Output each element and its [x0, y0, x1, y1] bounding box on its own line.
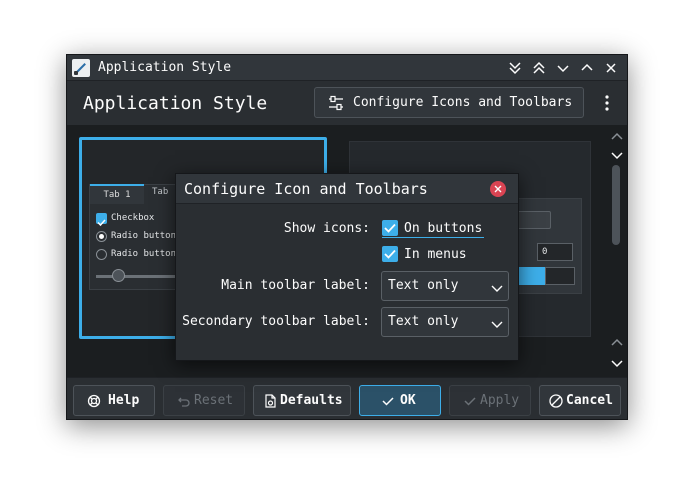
configure-button-label: Configure Icons and Toolbars: [353, 95, 573, 110]
preview-radio-label-2: Radio button: [111, 249, 177, 259]
cancel-button[interactable]: Cancel: [539, 385, 621, 416]
preview-checkbox-label: Checkbox: [111, 213, 155, 223]
cancel-label: Cancel: [566, 393, 613, 408]
more-options-icon[interactable]: [597, 92, 617, 114]
style-list-scrollbar[interactable]: [607, 125, 627, 377]
minimize-icon[interactable]: [553, 58, 573, 78]
in-menus-checkbox[interactable]: [382, 246, 398, 262]
apply-checkmark-icon: [462, 393, 478, 409]
help-button[interactable]: Help: [73, 385, 155, 416]
page-title: Application Style: [83, 93, 268, 114]
preview-progress-track: [545, 267, 575, 285]
ok-label: OK: [400, 393, 416, 408]
app-style-icon: [72, 59, 90, 77]
preview-radio-on: [96, 231, 107, 242]
dialog-button-box: Help Reset Defaults OK Apply Cancel: [67, 377, 627, 419]
secondary-toolbar-combo[interactable]: Text only: [381, 307, 509, 337]
preview-tab-2: Tab: [152, 187, 169, 197]
close-icon[interactable]: [601, 58, 621, 78]
secondary-toolbar-label: Secondary toolbar label:: [182, 314, 370, 329]
scroll-up-bottom-icon[interactable]: [609, 335, 625, 351]
cancel-icon: [548, 393, 564, 409]
chevron-down-icon: [490, 316, 504, 330]
main-toolbar-combo[interactable]: Text only: [381, 271, 509, 301]
configure-icons-toolbars-button[interactable]: Configure Icons and Toolbars: [314, 87, 584, 118]
scroll-down-bottom-icon[interactable]: [609, 355, 625, 371]
in-menus-label[interactable]: In menus: [404, 247, 467, 262]
help-icon: [86, 393, 102, 409]
preview-radio-label-1: Radio button: [111, 231, 177, 241]
scroll-down-icon[interactable]: [609, 147, 625, 163]
ok-button[interactable]: OK: [359, 385, 441, 416]
secondary-toolbar-value: Text only: [388, 314, 459, 329]
preview-tab-1: Tab 1: [90, 184, 144, 204]
reset-label: Reset: [194, 393, 234, 408]
scrollbar-handle[interactable]: [612, 165, 620, 245]
defaults-button[interactable]: Defaults: [253, 385, 351, 416]
main-toolbar-label: Main toolbar label:: [221, 278, 370, 293]
keep-below-icon[interactable]: [505, 58, 525, 78]
focus-underline: [382, 237, 484, 238]
on-buttons-checkbox[interactable]: [382, 220, 398, 236]
sliders-icon: [327, 94, 345, 112]
chevron-down-icon: [490, 280, 504, 294]
configure-icon-toolbars-dialog: Configure Icon and Toolbars Show icons: …: [175, 173, 519, 361]
undo-icon: [176, 393, 192, 409]
checkmark-icon: [380, 393, 396, 409]
apply-button[interactable]: Apply: [449, 385, 531, 416]
dialog-close-icon[interactable]: [490, 181, 506, 197]
help-label: Help: [108, 393, 140, 408]
reset-button[interactable]: Reset: [163, 385, 245, 416]
keep-above-icon[interactable]: [529, 58, 549, 78]
dialog-title: Configure Icon and Toolbars: [184, 180, 428, 198]
dialog-titlebar[interactable]: Configure Icon and Toolbars: [176, 174, 518, 204]
preview-slider-handle: [112, 269, 125, 282]
apply-label: Apply: [480, 393, 520, 408]
preview-checkbox: [96, 213, 107, 227]
preview-radio-off: [96, 249, 107, 260]
preview-slider: [96, 275, 176, 278]
main-toolbar-value: Text only: [388, 278, 459, 293]
window-titlebar[interactable]: Application Style: [67, 55, 627, 81]
preview-spinbox: 0: [537, 243, 573, 261]
maximize-icon[interactable]: [577, 58, 597, 78]
document-revert-icon: [262, 393, 278, 409]
on-buttons-label[interactable]: On buttons: [404, 221, 482, 236]
defaults-label: Defaults: [280, 393, 343, 408]
window-title: Application Style: [98, 60, 232, 75]
scroll-up-icon[interactable]: [609, 129, 625, 145]
show-icons-label: Show icons:: [283, 221, 370, 236]
